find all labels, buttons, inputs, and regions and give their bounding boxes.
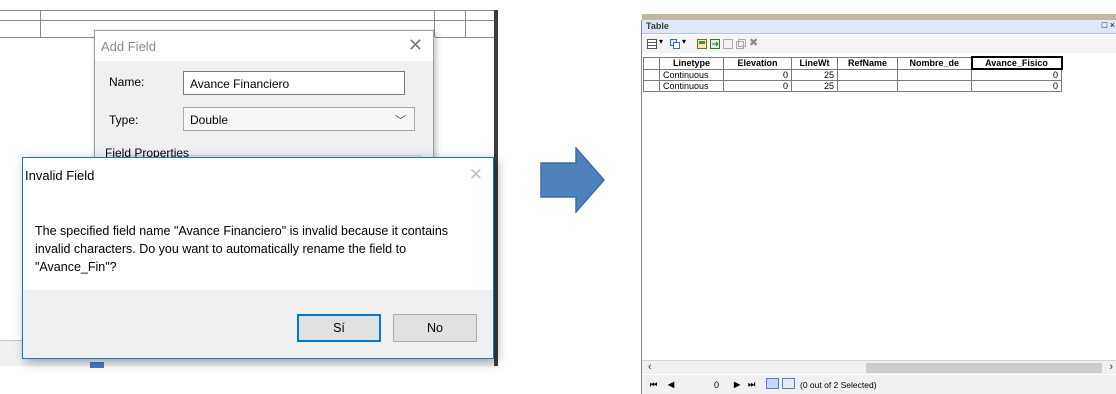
no-button[interactable]: No (393, 314, 477, 342)
table-cell[interactable] (897, 68, 972, 81)
column-header[interactable]: Linetype (659, 56, 724, 70)
show-selected-records-icon[interactable] (782, 378, 795, 389)
table-cell[interactable]: 0 (723, 80, 792, 92)
maximize-icon[interactable]: □ × (1102, 20, 1115, 30)
grid-line (435, 37, 495, 38)
column-header[interactable]: RefName (837, 56, 898, 70)
type-select[interactable]: Double ﹀ (183, 107, 415, 131)
table-cell[interactable]: Continuous (659, 80, 724, 92)
screenshot-root: Add Field ✕ Name: Avance Financiero Type… (0, 0, 1116, 394)
table-cell[interactable]: 25 (791, 80, 838, 92)
delete-selected-icon[interactable]: ✖ (749, 36, 759, 49)
table-title: Table (646, 21, 669, 31)
table-cell[interactable] (837, 68, 898, 81)
row-selector[interactable] (643, 68, 660, 81)
window-edge (494, 10, 498, 366)
grid-line (0, 37, 96, 38)
table-header-row: Linetype Elevation LineWt RefName Nombre… (643, 56, 1063, 70)
table-window: Table □ × ▾ ▾ ✖ Linetype Elevation LineW… (641, 14, 1116, 394)
show-all-records-icon[interactable] (766, 378, 779, 389)
clear-selection-icon[interactable] (723, 39, 733, 49)
grid-line (0, 20, 494, 21)
table-cell[interactable]: 25 (791, 68, 838, 81)
name-label: Name: (109, 75, 145, 89)
close-icon[interactable]: ✕ (408, 35, 423, 56)
table-row[interactable]: Continuous 0 25 0 (643, 68, 1062, 81)
table-cell[interactable]: 0 (971, 80, 1062, 92)
row-selector[interactable] (643, 80, 660, 92)
column-header[interactable]: Elevation (723, 56, 792, 70)
grid-line (40, 10, 41, 37)
attribute-grid: Linetype Elevation LineWt RefName Nombre… (642, 54, 1116, 360)
chevron-down-icon: ﹀ (395, 114, 406, 127)
first-record-icon[interactable]: ⏮ (650, 380, 657, 390)
zoom-to-selected-icon[interactable] (736, 39, 746, 49)
table-cell[interactable]: Continuous (659, 68, 724, 81)
selection-status: (0 out of 2 Selected) (800, 380, 877, 390)
column-header[interactable]: LineWt (791, 56, 838, 70)
add-field-title: Add Field (101, 39, 156, 54)
yes-button[interactable]: Sí (297, 314, 381, 342)
next-record-icon[interactable]: ▶ (734, 380, 740, 389)
scroll-left-icon[interactable]: ‹ (648, 361, 652, 373)
table-options-icon[interactable] (647, 39, 657, 49)
table-row[interactable]: Continuous 0 25 0 (643, 80, 1062, 92)
table-titlebar: Table □ × (642, 20, 1116, 34)
row-selector-header[interactable] (643, 56, 660, 70)
bottom-marker (90, 362, 104, 368)
dropdown-icon[interactable]: ▾ (682, 37, 692, 47)
scroll-thumb[interactable] (866, 363, 1102, 373)
previous-record-icon[interactable]: ◀ (668, 380, 674, 389)
table-cell[interactable] (897, 80, 972, 92)
dialog-footer: Sí No (23, 290, 493, 358)
select-by-attributes-icon[interactable] (697, 39, 707, 49)
add-field-titlebar: Add Field ✕ (95, 31, 433, 61)
table-statusbar: ⏮ ◀ 0 ▶ ⏭ (0 out of 2 Selected) (642, 375, 1116, 394)
table-cell[interactable]: 0 (723, 68, 792, 81)
column-header[interactable]: Nombre_de (897, 56, 972, 70)
grid-line (465, 10, 466, 37)
type-label: Type: (109, 113, 139, 127)
invalid-field-title: Invalid Field (25, 168, 95, 183)
switch-selection-icon[interactable] (710, 39, 720, 49)
table-cell[interactable] (837, 80, 898, 92)
right-arrow-icon (540, 147, 605, 213)
table-cell[interactable]: 0 (971, 68, 1062, 81)
invalid-field-message: The specified field name "Avance Financi… (35, 224, 449, 274)
grid-line (434, 10, 435, 37)
scroll-right-icon[interactable]: › (1109, 361, 1113, 373)
record-number[interactable]: 0 (714, 380, 719, 390)
dropdown-icon[interactable]: ▾ (659, 37, 669, 47)
type-value: Double (190, 113, 229, 127)
horizontal-scrollbar[interactable]: ‹ › (642, 360, 1116, 374)
column-header[interactable]: Avance_Fisico (970, 56, 1063, 70)
table-toolbar: ▾ ▾ ✖ (642, 35, 1116, 53)
grid-line (0, 10, 494, 11)
name-input[interactable]: Avance Financiero (183, 71, 405, 95)
attribute-table: Linetype Elevation LineWt RefName Nombre… (643, 56, 1063, 92)
last-record-icon[interactable]: ⏭ (748, 380, 755, 390)
invalid-field-dialog: Invalid Field ✕ The specified field name… (22, 157, 494, 359)
related-tables-icon[interactable] (670, 39, 680, 49)
close-icon[interactable]: ✕ (469, 165, 483, 185)
